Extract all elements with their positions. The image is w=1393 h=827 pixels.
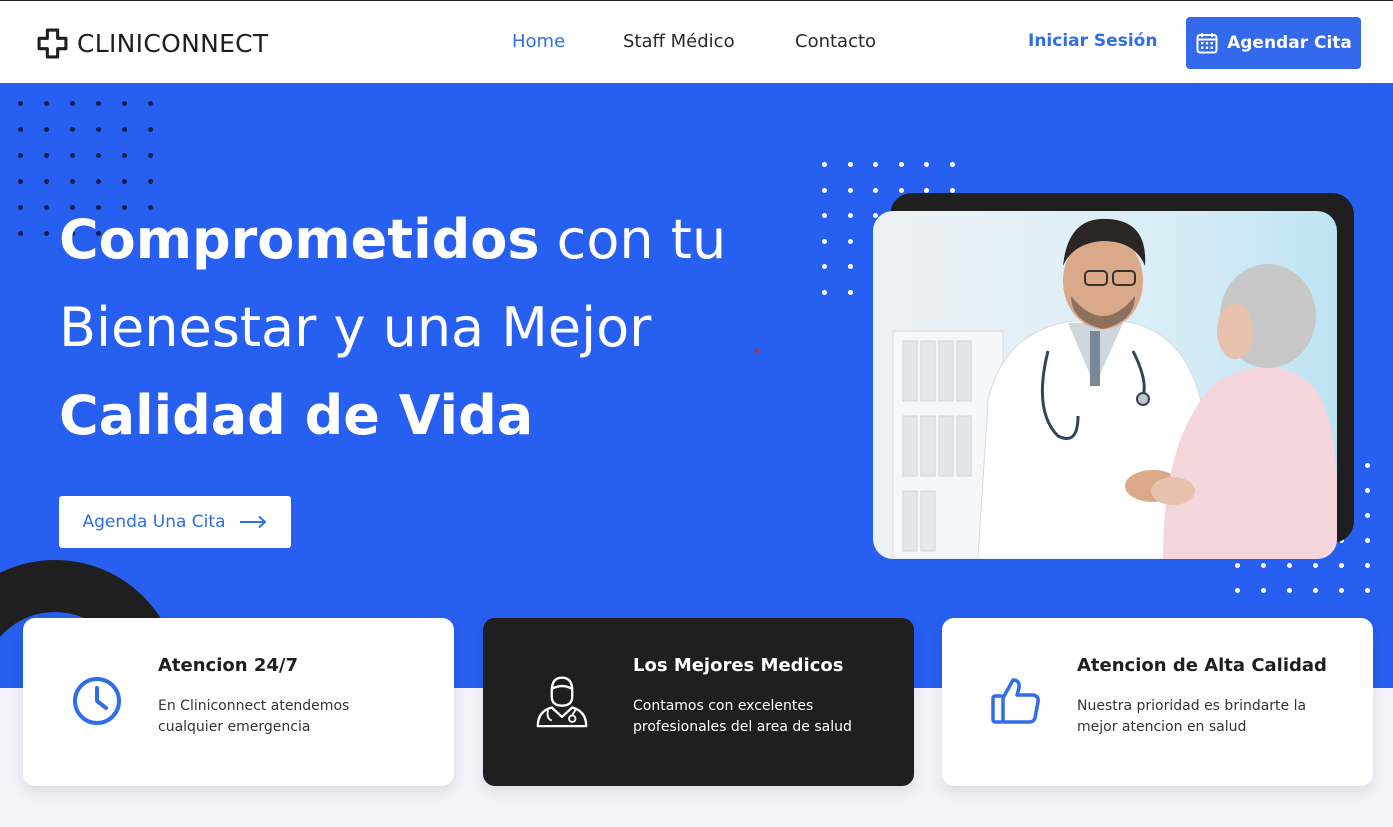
schedule-appointment-label: Agendar Cita	[1227, 33, 1352, 53]
feature-description: En Cliniconnect atendemos cualquier emer…	[158, 698, 350, 735]
thumbs-up-icon	[991, 678, 1040, 724]
schedule-appointment-button[interactable]: Agendar Cita	[1186, 17, 1361, 69]
clock-icon	[73, 677, 121, 725]
hero-section: Comprometidos con tu Bienestar y una Mej…	[0, 83, 1393, 688]
nav-contacto[interactable]: Contacto	[795, 31, 876, 52]
nav-home[interactable]: Home	[512, 31, 565, 52]
login-link[interactable]: Iniciar Sesión	[1028, 31, 1157, 51]
hero-headline-line3: Calidad de Vida	[59, 384, 534, 447]
doctor-icon	[536, 676, 588, 728]
feature-card-best-doctors: Los Mejores Medicos Contamos con excelen…	[483, 618, 914, 786]
brand-logo[interactable]: CLINICONNECT	[36, 27, 269, 60]
site-header: CLINICONNECT Home Staff Médico Contacto …	[0, 0, 1393, 83]
feature-title: Los Mejores Medicos	[633, 655, 844, 676]
medical-cross-icon	[37, 28, 68, 59]
brand-name: CLINICONNECT	[77, 29, 269, 58]
hero-headline-line2: Bienestar y una Mejor	[59, 296, 652, 359]
feature-card-high-quality: Atencion de Alta Calidad Nuestra priorid…	[942, 618, 1373, 786]
calendar-icon	[1196, 33, 1218, 54]
feature-title: Atencion de Alta Calidad	[1077, 655, 1327, 676]
feature-description: Nuestra prioridad es brindarte la mejor …	[1077, 698, 1307, 735]
feature-card-24-7: Atencion 24/7 En Cliniconnect atendemos …	[23, 618, 454, 786]
hero-headline-line1: Comprometidos con tu	[59, 208, 727, 271]
nav-staff-medico[interactable]: Staff Médico	[623, 31, 735, 52]
feature-title: Atencion 24/7	[158, 655, 298, 676]
hero-appointment-button[interactable]: Agenda Una Cita	[59, 496, 291, 548]
doctor-patient-photo	[873, 211, 1337, 559]
feature-description: Contamos con excelentes profesionales de…	[633, 698, 852, 735]
decorative-dot	[755, 349, 759, 353]
arrow-right-icon	[240, 515, 267, 529]
hero-appointment-label: Agenda Una Cita	[82, 512, 226, 532]
